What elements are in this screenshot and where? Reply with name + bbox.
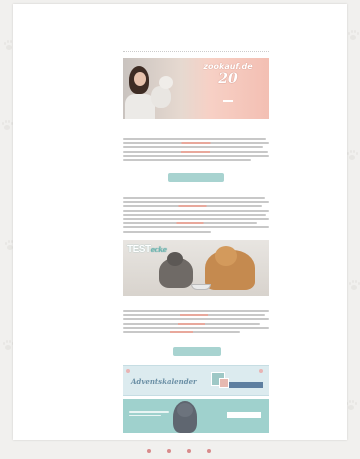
advent-cta-button[interactable]	[229, 382, 263, 388]
dog-promo-banner[interactable]	[123, 399, 269, 433]
header	[123, 10, 269, 44]
pinterest-icon	[187, 449, 191, 453]
dog-head-image	[215, 246, 237, 266]
promo-banner-sale[interactable]: zookauf.de 20	[123, 58, 269, 119]
newsletter-card: zookauf.de 20 TESTecke Adventskalender	[13, 4, 347, 440]
cat-image	[151, 86, 171, 108]
footer-link-1[interactable]	[147, 449, 153, 453]
paw-print-icon	[347, 150, 358, 160]
cat-head-image	[159, 76, 173, 89]
footer-link-3[interactable]	[187, 449, 193, 453]
promo-text-block: zookauf.de 20	[191, 62, 265, 107]
cat-head-image	[167, 252, 183, 266]
paw-print-icon	[348, 30, 359, 40]
testecke-title-main: TEST	[127, 244, 151, 255]
facebook-icon	[167, 449, 171, 453]
footer-link-2[interactable]	[167, 449, 173, 453]
youtube-icon	[207, 449, 211, 453]
paw-print-icon	[2, 120, 13, 130]
food-bowl-image	[191, 284, 211, 290]
woman-face-image	[134, 72, 146, 86]
instagram-icon	[147, 449, 151, 453]
promo-brand: zookauf.de	[203, 62, 253, 71]
section1-cta-button[interactable]	[168, 173, 224, 182]
gift-box-icon	[219, 378, 229, 388]
ornament-icon	[259, 369, 263, 373]
promo-code	[223, 100, 233, 102]
paw-print-icon	[346, 400, 357, 410]
testecke-title: TESTecke	[127, 244, 167, 255]
dog-banner-cta-button[interactable]	[227, 412, 261, 418]
testecke-title-suffix: ecke	[150, 245, 168, 254]
dog-head-image	[177, 403, 193, 417]
advent-title: Adventskalender	[131, 377, 197, 386]
dog-banner-text	[129, 411, 169, 418]
promo-banner-testecke[interactable]: TESTecke	[123, 240, 269, 296]
ornament-icon	[126, 369, 130, 373]
top-navigation	[123, 44, 269, 52]
section2-paragraph	[123, 197, 269, 235]
section3-cta-button[interactable]	[173, 347, 221, 356]
advent-calendar-banner[interactable]: Adventskalender	[123, 365, 269, 396]
paw-print-icon	[3, 340, 14, 350]
section3-paragraph	[123, 310, 269, 335]
footer-link-4[interactable]	[207, 449, 213, 453]
promo-discount: 20	[218, 71, 238, 87]
paw-print-icon	[349, 280, 360, 290]
section1-paragraph	[123, 138, 269, 163]
footer-social-links	[0, 443, 360, 459]
